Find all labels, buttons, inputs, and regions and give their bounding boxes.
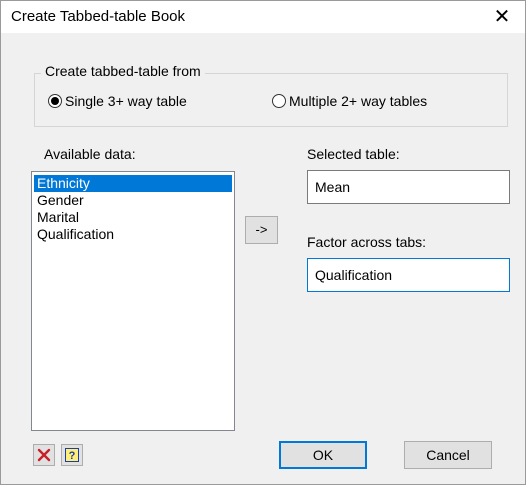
dialog-window: Create Tabbed-table Book ✕ Create tabbed… (0, 0, 526, 485)
transfer-button[interactable]: -> (245, 216, 278, 244)
cancel-button[interactable]: Cancel (404, 441, 492, 469)
ok-button[interactable]: OK (279, 441, 367, 469)
factor-across-tabs-field[interactable]: Qualification (307, 258, 510, 292)
available-data-label: Available data: (44, 146, 136, 162)
clear-button[interactable] (33, 444, 55, 466)
help-button[interactable]: ? (61, 444, 83, 466)
create-from-legend: Create tabbed-table from (41, 63, 205, 79)
title-bar: Create Tabbed-table Book ✕ (1, 1, 525, 33)
list-item-marital[interactable]: Marital (34, 209, 232, 226)
red-x-icon (37, 448, 51, 462)
selected-table-label: Selected table: (307, 146, 400, 162)
radio-single-table[interactable]: Single 3+ way table (48, 93, 187, 109)
help-icon: ? (65, 448, 79, 462)
list-item-ethnicity[interactable]: Ethnicity (34, 175, 232, 192)
radio-single-table-indicator[interactable] (48, 94, 62, 108)
radio-single-table-label: Single 3+ way table (65, 93, 187, 109)
close-icon[interactable]: ✕ (479, 1, 525, 33)
list-item-qualification[interactable]: Qualification (34, 226, 232, 243)
factor-across-tabs-label: Factor across tabs: (307, 234, 427, 250)
radio-multiple-tables-label: Multiple 2+ way tables (289, 93, 428, 109)
available-data-list[interactable]: Ethnicity Gender Marital Qualification (31, 171, 235, 431)
radio-multiple-tables[interactable]: Multiple 2+ way tables (272, 93, 427, 109)
list-item-gender[interactable]: Gender (34, 192, 232, 209)
radio-multiple-tables-indicator[interactable] (272, 94, 286, 108)
selected-table-field[interactable]: Mean (307, 170, 510, 204)
window-title: Create Tabbed-table Book (11, 8, 186, 25)
